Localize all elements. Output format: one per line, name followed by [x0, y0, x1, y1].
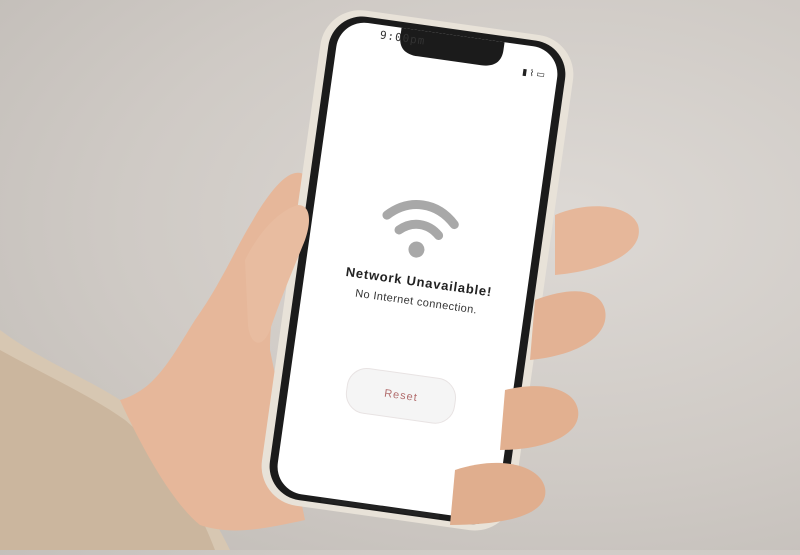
reset-button[interactable]: Reset [343, 365, 459, 427]
battery-icon: ▭ [535, 68, 546, 80]
status-icons: ▮ ⌇ ▭ [521, 66, 546, 81]
status-time: 9:00pm [379, 28, 427, 48]
home-indicator[interactable] [320, 497, 440, 519]
signal-icon: ▮ [521, 66, 528, 78]
wifi-icon [382, 200, 459, 258]
wifi-icon: ⌇ [528, 67, 535, 79]
finger-1 [555, 206, 639, 275]
